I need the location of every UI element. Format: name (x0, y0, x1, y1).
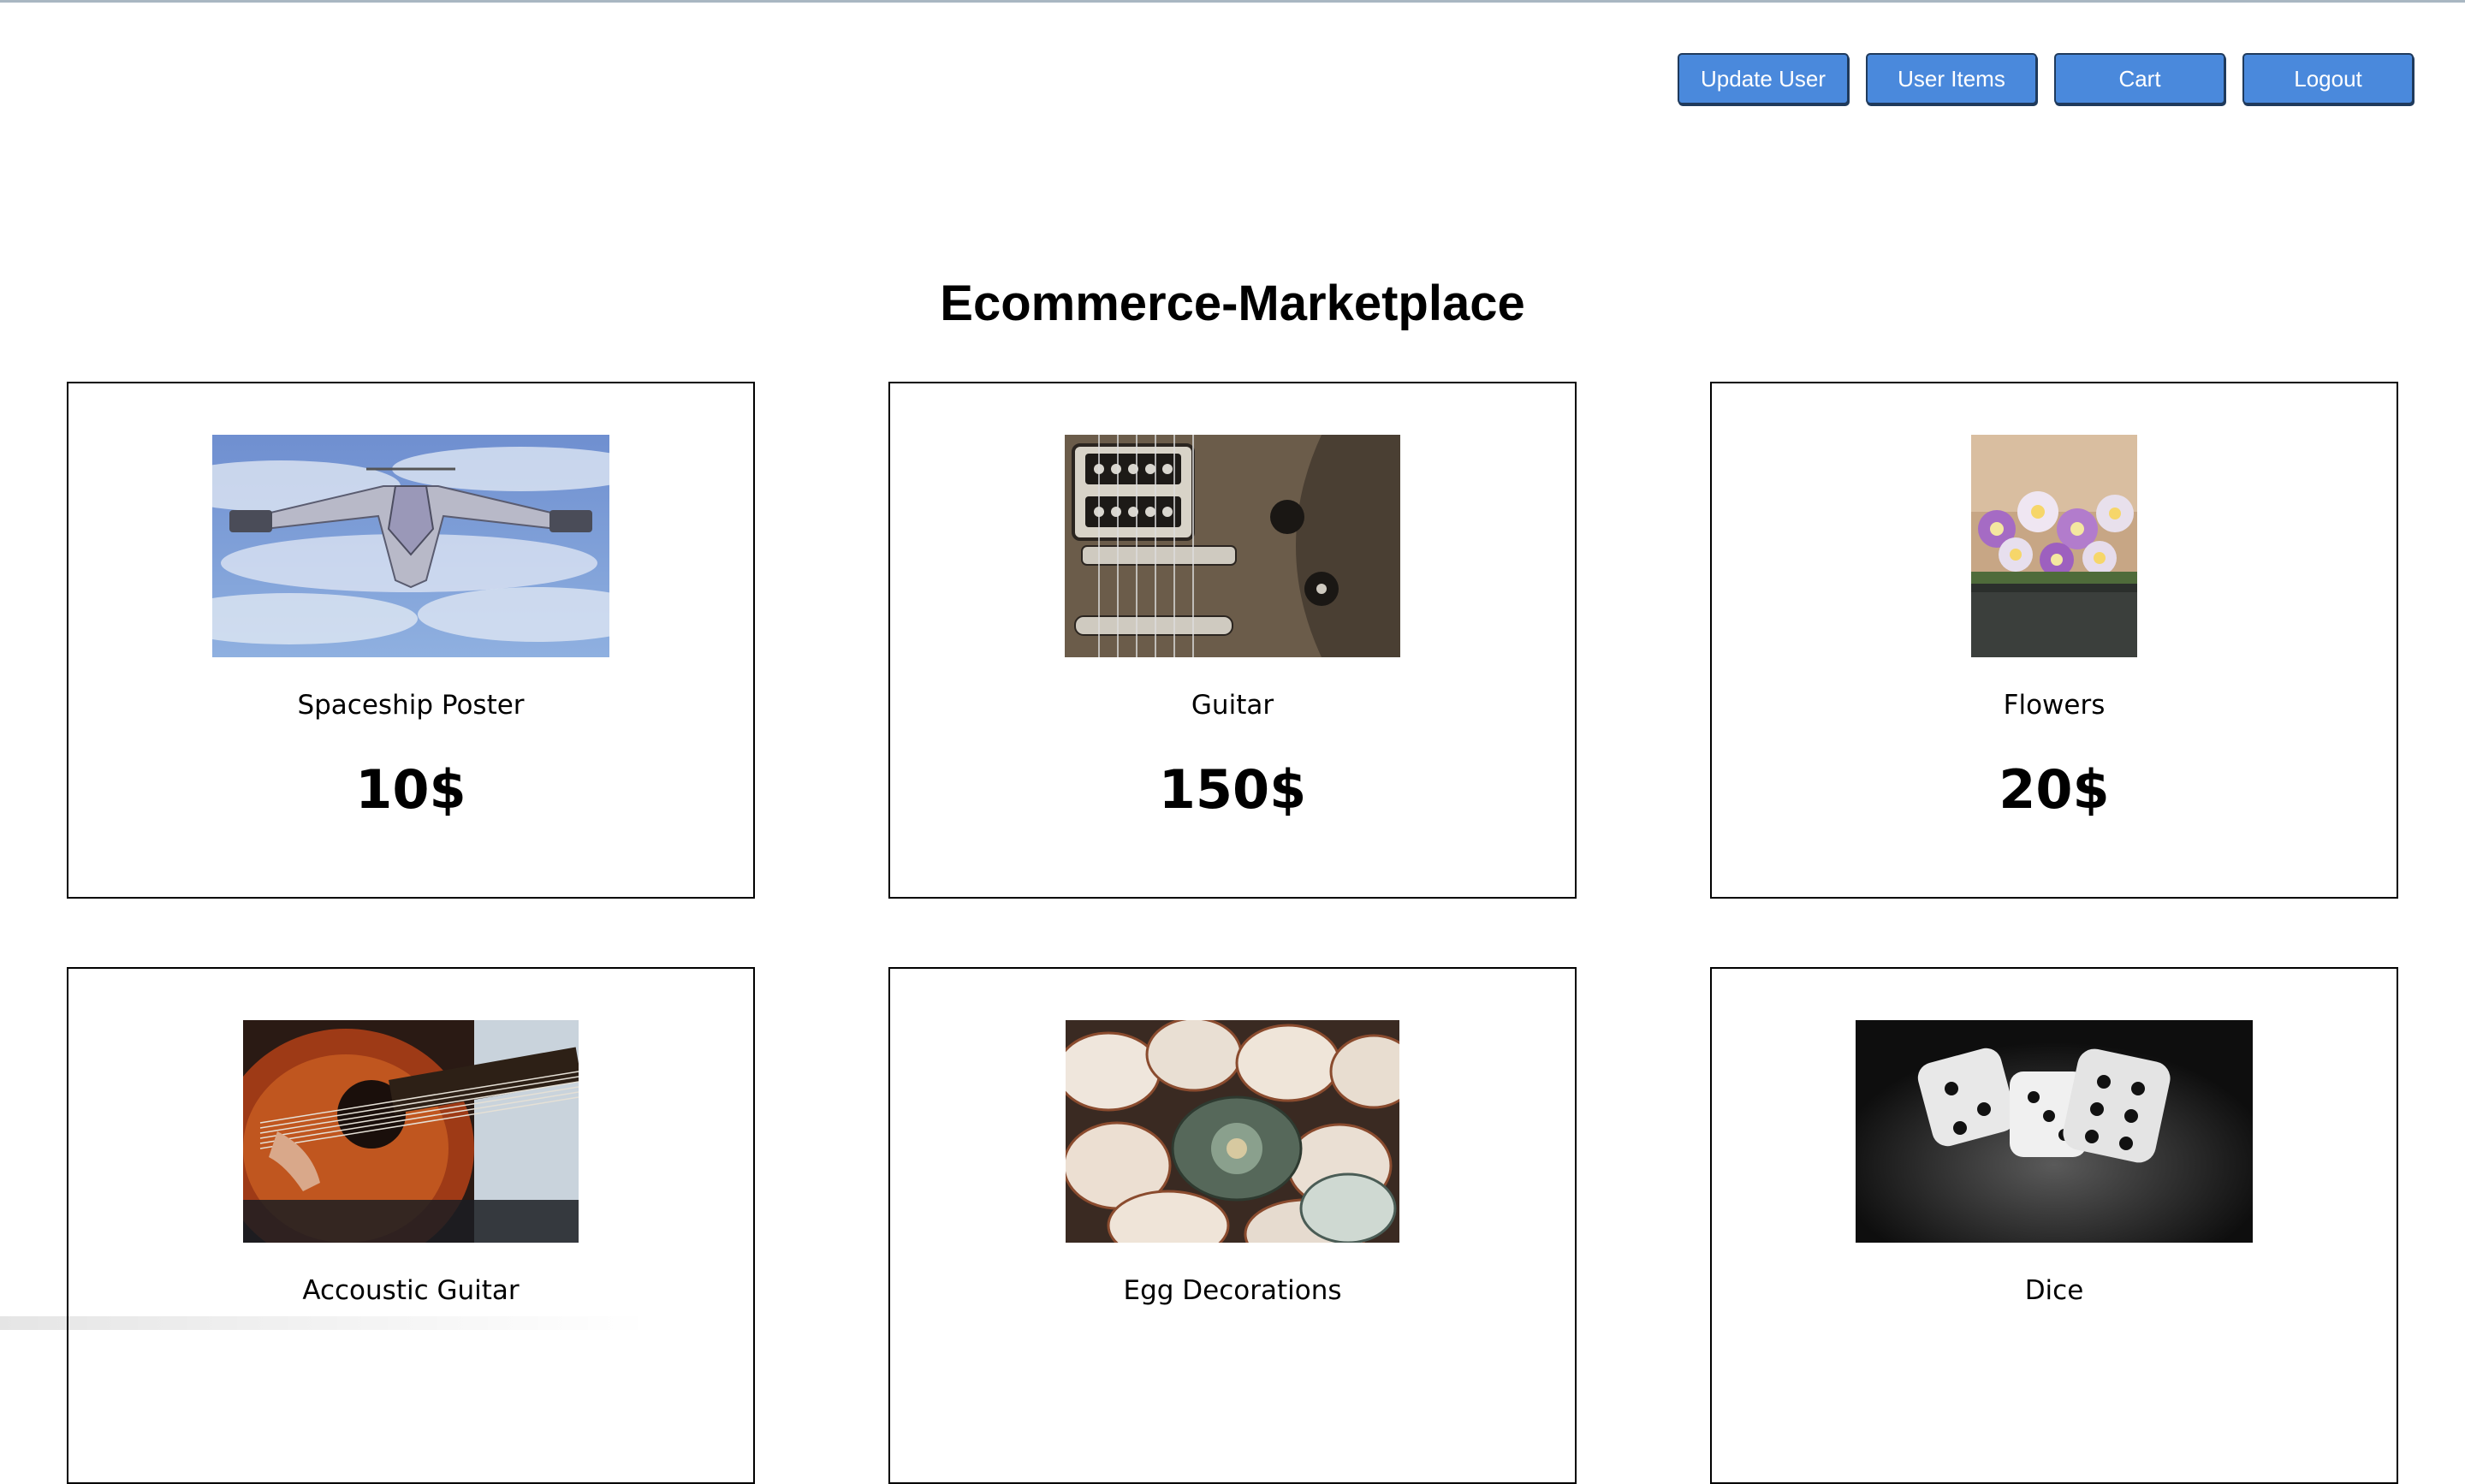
product-name: Egg Decorations (1123, 1275, 1342, 1306)
top-nav: Update User User Items Cart Logout (1678, 53, 2414, 104)
product-name: Guitar (1191, 690, 1274, 721)
top-border (0, 0, 2465, 3)
acoustic-guitar-image (243, 1020, 579, 1243)
product-name: Dice (2024, 1275, 2084, 1306)
page-title: Ecommerce-Marketplace (940, 276, 1525, 331)
spaceship-image (212, 435, 609, 657)
product-name: Spaceship Poster (297, 690, 525, 721)
product-card[interactable]: Dice (1710, 967, 2398, 1484)
egg-decorations-image (1066, 1020, 1399, 1243)
product-card[interactable]: Accoustic Guitar (67, 967, 755, 1484)
flowers-image (1971, 435, 2137, 657)
product-card[interactable]: Spaceship Poster 10$ (67, 382, 755, 899)
product-name: Flowers (2003, 690, 2106, 721)
user-items-button[interactable]: User Items (1866, 53, 2037, 104)
logout-button[interactable]: Logout (2242, 53, 2414, 104)
cart-button[interactable]: Cart (2054, 53, 2225, 104)
product-card[interactable]: Guitar 150$ (888, 382, 1577, 899)
dice-image (1856, 1020, 2253, 1243)
product-name: Accoustic Guitar (302, 1275, 520, 1306)
product-card[interactable]: Egg Decorations (888, 967, 1577, 1484)
electric-guitar-image (1065, 435, 1400, 657)
bottom-shadow (0, 1316, 650, 1330)
product-price: 150$ (1158, 758, 1307, 821)
product-price: 20$ (1999, 758, 2110, 821)
product-price: 10$ (355, 758, 466, 821)
product-card[interactable]: Flowers 20$ (1710, 382, 2398, 899)
update-user-button[interactable]: Update User (1678, 53, 1849, 104)
